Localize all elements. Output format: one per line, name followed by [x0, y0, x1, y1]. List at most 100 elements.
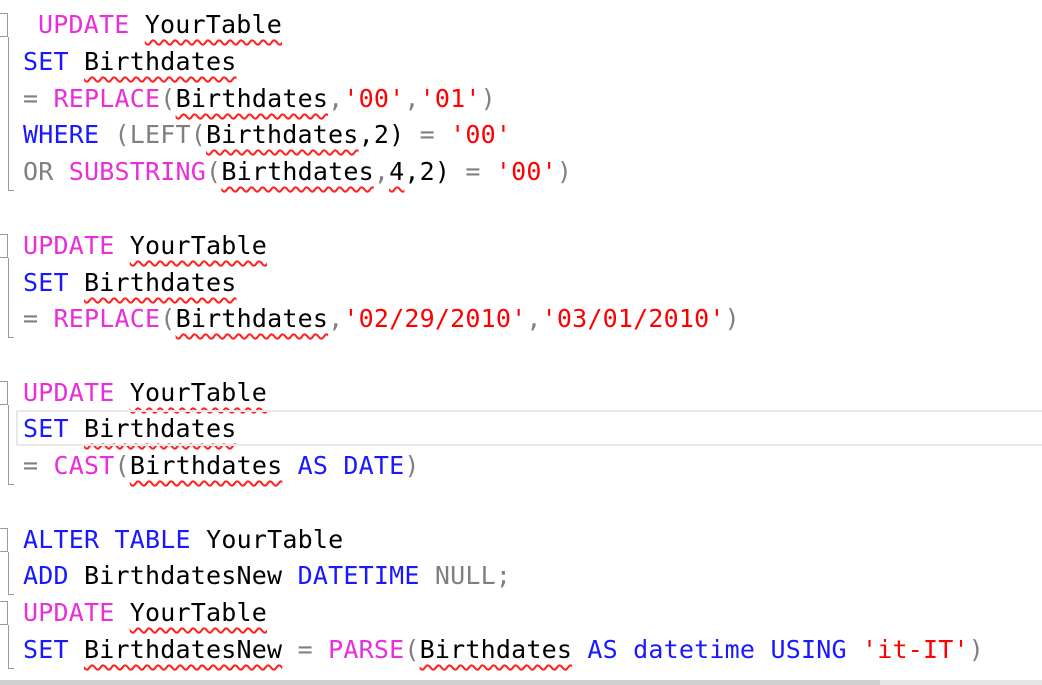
fold-toggle-icon[interactable] [0, 13, 8, 37]
code-token: UPDATE [23, 378, 115, 407]
code-line[interactable]: = CAST(Birthdates AS DATE) [0, 447, 1042, 484]
code-token: SET [23, 635, 69, 664]
code-token: (LEFT( [114, 120, 207, 149]
code-token: = [282, 635, 329, 664]
code-token: SUBSTRING [68, 157, 207, 186]
fold-region-line [8, 552, 9, 594]
code-token: , [328, 304, 344, 333]
code-line[interactable]: ALTER TABLE YourTable [0, 521, 1042, 558]
code-token: UPDATE [23, 231, 115, 260]
fold-region-end [8, 668, 14, 669]
code-line[interactable]: UPDATE YourTable [0, 6, 1042, 43]
code-token: PARSE [328, 635, 405, 664]
code-text: UPDATE YourTable [23, 594, 267, 631]
code-token: CAST [53, 451, 115, 480]
code-token: UPDATE [38, 10, 130, 39]
horizontal-scrollbar-thumb[interactable] [0, 680, 880, 685]
code-token: AS [297, 451, 329, 480]
code-token: '00' [495, 157, 557, 186]
code-text: UPDATE YourTable [23, 227, 267, 264]
code-token: ( [114, 451, 130, 480]
code-token: WHERE [23, 120, 100, 149]
code-token: REPLACE [53, 304, 161, 333]
fold-toggle-icon[interactable] [0, 601, 8, 625]
code-text: SET Birthdates [23, 264, 237, 301]
code-token: = [23, 84, 39, 113]
code-text: OR SUBSTRING(Birthdates,4,2) = '00') [23, 153, 572, 190]
code-token-error: Birthdates [84, 47, 237, 76]
code-token: ) [724, 304, 740, 333]
code-line[interactable]: SET BirthdatesNew = PARSE(Birthdates AS … [0, 631, 1042, 668]
code-token-error: Birthdates [221, 157, 374, 186]
code-token: SET [23, 268, 69, 297]
code-token: OR [23, 157, 54, 186]
code-line[interactable] [0, 484, 1042, 521]
code-token: ) [480, 84, 496, 113]
code-token: REPLACE [53, 84, 161, 113]
code-line[interactable]: OR SUBSTRING(Birthdates,4,2) = '00') [0, 153, 1042, 190]
code-token-error: YourTable [129, 598, 268, 627]
code-token-error: YourTable [129, 231, 268, 260]
code-token: USING [770, 635, 847, 664]
code-token-error: Birthdates [175, 304, 329, 333]
code-text: WHERE (LEFT(Birthdates,2) = '00' [23, 116, 511, 153]
code-token: DATETIME [297, 561, 420, 590]
code-line[interactable]: = REPLACE(Birthdates,'02/29/2010','03/01… [0, 300, 1042, 337]
fold-region-line [8, 37, 9, 190]
code-text: UPDATE YourTable [23, 374, 267, 411]
code-token: ( [160, 304, 176, 333]
sql-editor[interactable]: UPDATE YourTable SET Birthdates = REPLACE(… [0, 0, 1042, 685]
fold-toggle-icon[interactable] [0, 234, 8, 258]
code-token-error: Birthdates [129, 451, 283, 480]
code-line[interactable]: UPDATE YourTable [0, 374, 1042, 411]
fold-region-end [8, 337, 14, 338]
code-token: = [404, 120, 451, 149]
fold-region-end [8, 190, 14, 191]
code-token: UPDATE [23, 598, 115, 627]
fold-region-line [8, 258, 9, 337]
code-token: ( [404, 635, 420, 664]
fold-toggle-icon[interactable] [0, 528, 8, 552]
code-line[interactable] [0, 190, 1042, 227]
code-line[interactable]: SET Birthdates [0, 43, 1042, 80]
code-token: '01' [419, 84, 481, 113]
code-token: ) [556, 157, 573, 186]
code-token-error: BirthdatesNew [84, 635, 283, 664]
code-token: '03/01/2010' [541, 304, 725, 333]
code-token: '00' [343, 84, 405, 113]
code-line[interactable]: WHERE (LEFT(Birthdates,2) = '00' [0, 116, 1042, 153]
code-token: ) [968, 635, 985, 664]
code-token-error: Birthdates [419, 635, 573, 664]
code-token: datetime [633, 635, 756, 664]
code-token: DATE [343, 451, 405, 480]
code-token: = [450, 157, 496, 186]
code-text: = REPLACE(Birthdates,'00','01') [23, 80, 496, 117]
code-text: UPDATE YourTable [38, 6, 282, 43]
code-line[interactable]: = REPLACE(Birthdates,'00','01') [0, 80, 1042, 117]
code-line[interactable]: UPDATE YourTable [0, 594, 1042, 631]
fold-toggle-icon[interactable] [0, 381, 8, 405]
code-token: TABLE [114, 525, 191, 554]
code-token: ( [206, 157, 222, 186]
code-token: , [373, 157, 390, 186]
code-line[interactable] [0, 337, 1042, 374]
code-line[interactable]: UPDATE YourTable [0, 227, 1042, 264]
code-line[interactable]: ADD BirthdatesNew DATETIME NULL; [0, 557, 1042, 594]
code-line[interactable]: SET Birthdates [0, 264, 1042, 301]
